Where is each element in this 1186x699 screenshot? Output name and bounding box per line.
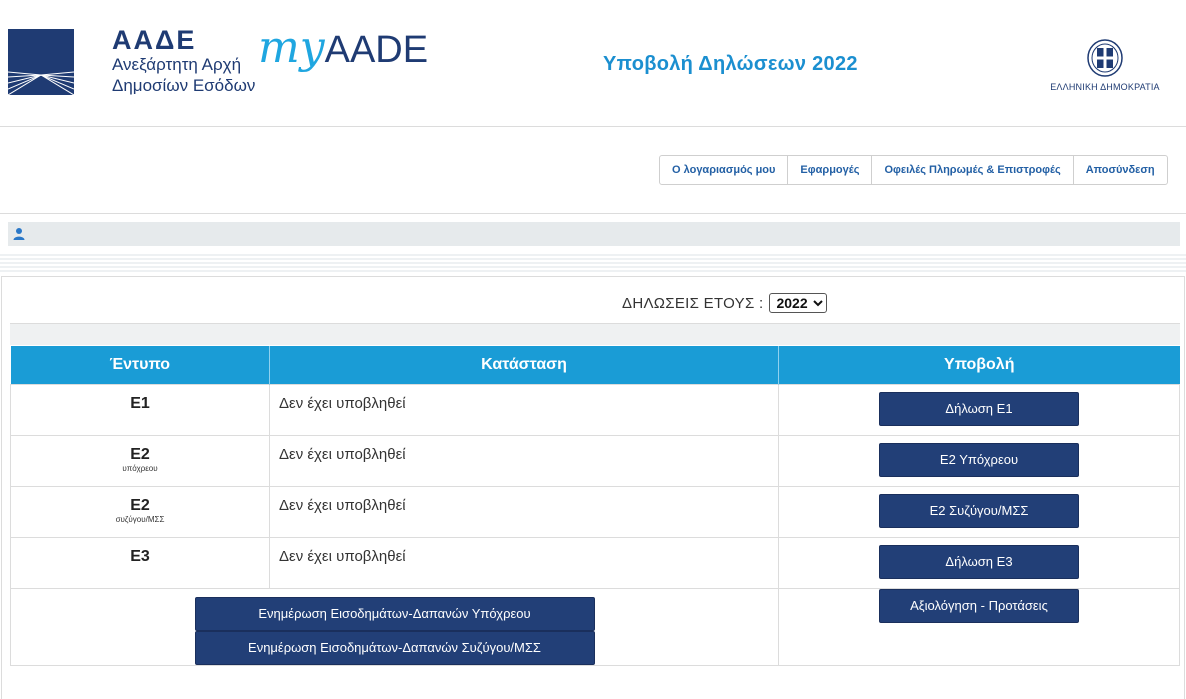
table-row-actions: Ενημέρωση Εισοδημάτων-Δαπανών Υπόχρεου Ε… bbox=[10, 587, 1180, 666]
form-cell: Ε2 συζύγου/ΜΣΣ bbox=[10, 485, 270, 538]
navigation-area: Ο λογαριασμός μου Εφαρμογές Οφειλές Πληρ… bbox=[0, 127, 1186, 214]
table-header-row: Έντυπο Κατάσταση Υποβολή bbox=[10, 346, 1180, 384]
section-separator bbox=[10, 323, 1180, 345]
declarations-table: Έντυπο Κατάσταση Υποβολή Ε1 Δεν έχει υπο… bbox=[10, 346, 1180, 666]
coat-of-arms-icon bbox=[1087, 39, 1123, 77]
org-line-2: Δημοσίων Εσόδων bbox=[112, 76, 256, 95]
submit-cell: Δήλωση Ε3 bbox=[778, 536, 1180, 589]
form-cell: Ε1 bbox=[10, 383, 270, 436]
table-row: Ε3 Δεν έχει υποβληθεί Δήλωση Ε3 bbox=[10, 536, 1180, 589]
form-cell: Ε3 bbox=[10, 536, 270, 589]
myaade-logo[interactable]: myAADE bbox=[258, 22, 428, 98]
status-cell: Δεν έχει υποβληθεί bbox=[269, 383, 779, 436]
hellenic-republic-logo: ΕΛΛΗΝΙΚΗ ΔΗΜΟΚΡΑΤΙΑ bbox=[1040, 38, 1170, 92]
org-line-1: Ανεξάρτητη Αρχή bbox=[112, 55, 242, 74]
form-name: Ε3 bbox=[130, 547, 150, 565]
brand-aade: AADE bbox=[324, 29, 429, 71]
nav-debts-payments-refunds[interactable]: Οφειλές Πληρωμές & Επιστροφές bbox=[872, 156, 1074, 184]
feedback-cell: Αξιολόγηση - Προτάσεις bbox=[778, 587, 1180, 666]
form-name: Ε2 bbox=[130, 496, 150, 514]
aade-wordmark: ΑΑΔΕ Ανεξάρτητη Αρχή Δημοσίων Εσόδων bbox=[112, 26, 255, 96]
submit-cell: Ε2 Συζύγου/ΜΣΣ bbox=[778, 485, 1180, 538]
table-row: Ε2 υπόχρεου Δεν έχει υποβληθεί Ε2 Υπόχρε… bbox=[10, 434, 1180, 487]
nav-applications[interactable]: Εφαρμογές bbox=[788, 156, 873, 184]
update-actions-cell: Ενημέρωση Εισοδημάτων-Δαπανών Υπόχρεου Ε… bbox=[10, 587, 779, 666]
year-select[interactable]: 2022 bbox=[769, 293, 828, 313]
declare-e1-button[interactable]: Δήλωση Ε1 bbox=[879, 391, 1079, 426]
page-title: Υποβολή Δηλώσεων 2022 bbox=[603, 53, 858, 75]
e2-primary-button[interactable]: Ε2 Υπόχρεου bbox=[879, 442, 1079, 477]
table-row: Ε1 Δεν έχει υποβληθεί Δήλωση Ε1 bbox=[10, 383, 1180, 436]
form-subtitle: συζύγου/ΜΣΣ bbox=[115, 514, 165, 524]
form-subtitle: υπόχρεου bbox=[122, 463, 158, 473]
header-status: Κατάσταση bbox=[269, 346, 779, 384]
user-icon[interactable] bbox=[13, 227, 25, 241]
submit-cell: Ε2 Υπόχρεου bbox=[778, 434, 1180, 487]
year-filter-label: ΔΗΛΩΣΕΙΣ ΕΤΟΥΣ : bbox=[622, 294, 764, 312]
status-cell: Δεν έχει υποβληθεί bbox=[269, 536, 779, 589]
declarations-panel: ΔΗΛΩΣΕΙΣ ΕΤΟΥΣ : 2022 Έντυπο Κατάσταση Υ… bbox=[1, 276, 1185, 699]
user-bar bbox=[8, 222, 1180, 246]
declare-e3-button[interactable]: Δήλωση Ε3 bbox=[879, 544, 1079, 579]
e2-spouse-button[interactable]: Ε2 Συζύγου/ΜΣΣ bbox=[879, 493, 1079, 528]
header-form: Έντυπο bbox=[10, 346, 270, 384]
feedback-button[interactable]: Αξιολόγηση - Προτάσεις bbox=[879, 588, 1079, 623]
nav-logout[interactable]: Αποσύνδεση bbox=[1074, 156, 1167, 184]
page-header: ΑΑΔΕ Ανεξάρτητη Αρχή Δημοσίων Εσόδων myA… bbox=[0, 0, 1186, 127]
decorative-stripes bbox=[0, 254, 1186, 274]
status-cell: Δεν έχει υποβληθεί bbox=[269, 485, 779, 538]
form-name: Ε2 bbox=[130, 445, 150, 463]
update-income-expenses-spouse-button[interactable]: Ενημέρωση Εισοδημάτων-Δαπανών Συζύγου/ΜΣ… bbox=[194, 630, 595, 665]
org-acronym: ΑΑΔΕ bbox=[112, 25, 197, 55]
form-name: Ε1 bbox=[130, 394, 150, 412]
year-filter: ΔΗΛΩΣΕΙΣ ΕΤΟΥΣ : 2022 bbox=[622, 293, 828, 313]
header-submit: Υποβολή bbox=[778, 346, 1180, 384]
nav-my-account[interactable]: Ο λογαριασμός μου bbox=[660, 156, 789, 184]
table-row: Ε2 συζύγου/ΜΣΣ Δεν έχει υποβληθεί Ε2 Συζ… bbox=[10, 485, 1180, 538]
aade-logo-icon[interactable] bbox=[8, 29, 74, 95]
status-cell: Δεν έχει υποβληθεί bbox=[269, 434, 779, 487]
brand-my: my bbox=[258, 22, 325, 73]
form-cell: Ε2 υπόχρεου bbox=[10, 434, 270, 487]
submit-cell: Δήλωση Ε1 bbox=[778, 383, 1180, 436]
main-nav: Ο λογαριασμός μου Εφαρμογές Οφειλές Πληρ… bbox=[659, 155, 1168, 185]
update-income-expenses-primary-button[interactable]: Ενημέρωση Εισοδημάτων-Δαπανών Υπόχρεου bbox=[194, 596, 595, 631]
gov-label: ΕΛΛΗΝΙΚΗ ΔΗΜΟΚΡΑΤΙΑ bbox=[1050, 82, 1160, 92]
